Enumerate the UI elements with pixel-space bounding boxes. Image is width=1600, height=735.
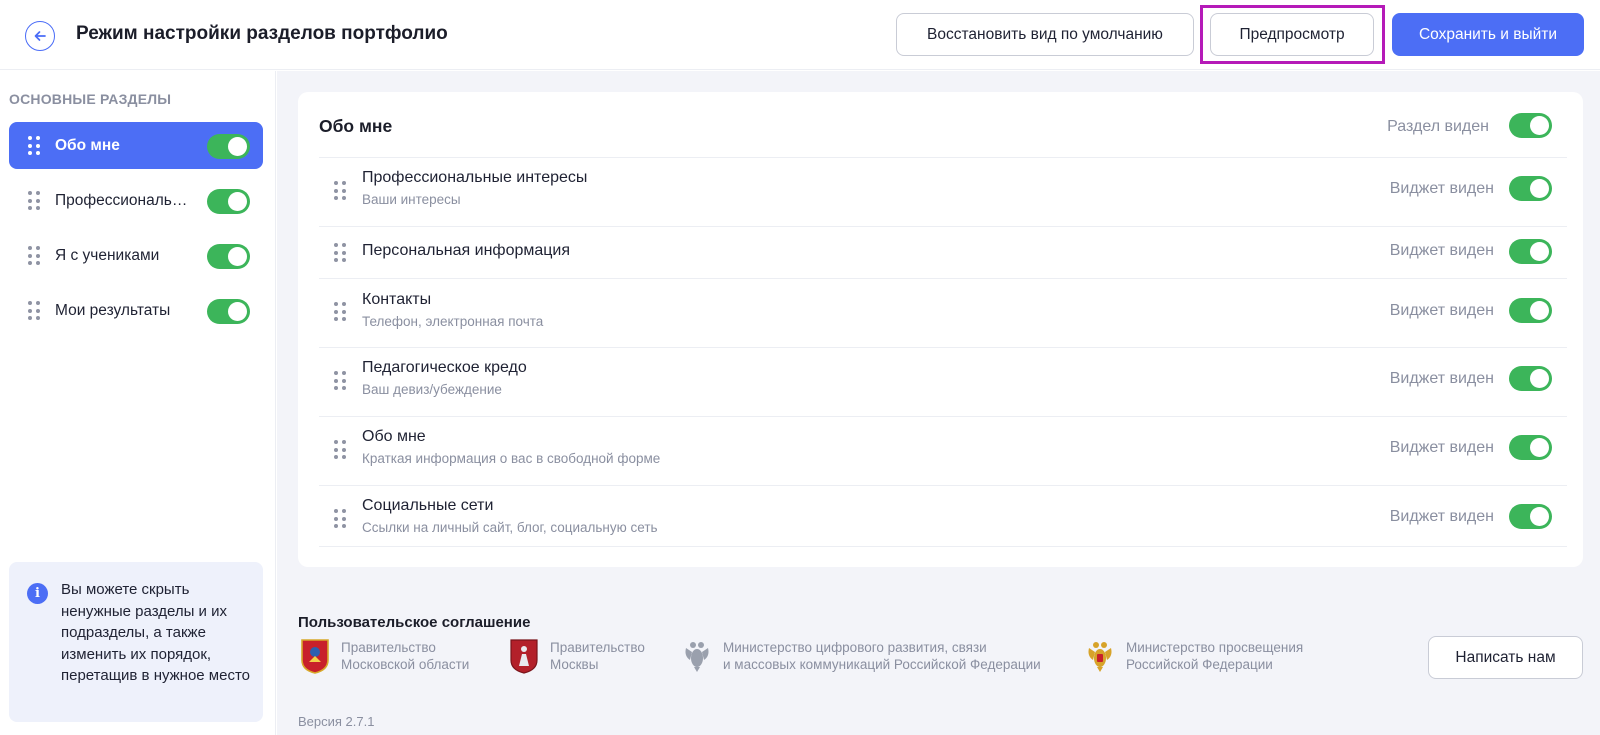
widget-visibility-toggle[interactable] [1509, 176, 1552, 201]
org-line: Московской области [341, 657, 470, 672]
widget-visibility-label: Виджет виден [1389, 439, 1494, 456]
section-visibility-label: Раздел виден [1387, 118, 1489, 135]
widget-title: Профессиональные интересы [362, 169, 588, 186]
drag-handle-icon[interactable] [334, 440, 346, 459]
drag-handle-icon[interactable] [28, 246, 40, 265]
widget-subtitle: Краткая информация о вас в свободной фор… [362, 451, 661, 466]
widget-visibility-toggle[interactable] [1509, 435, 1552, 460]
drag-handle-icon[interactable] [334, 181, 346, 200]
sidebar: ОСНОВНЫЕ РАЗДЕЛЫ Обо мне Профессиональны… [0, 71, 276, 735]
widget-row: Социальные сети Ссылки на личный сайт, б… [319, 485, 1567, 546]
sidebar-item-results[interactable]: Мои результаты [9, 287, 263, 334]
moscow-emblem-icon [510, 639, 538, 674]
org-education-ministry[interactable]: Министерство просвещения Российской Феде… [1085, 636, 1303, 676]
restore-default-button[interactable]: Восстановить вид по умолчанию [896, 13, 1194, 56]
widget-visibility-toggle[interactable] [1509, 298, 1552, 323]
widget-subtitle: Телефон, электронная почта [362, 314, 544, 329]
section-visibility-toggle[interactable] [207, 299, 250, 324]
org-digital-ministry[interactable]: Министерство цифрового развития, связи и… [682, 636, 1041, 676]
widget-subtitle: Ваш девиз/убеждение [362, 382, 502, 397]
sidebar-item-label: Профессиональные интересы [55, 191, 195, 209]
widget-title: Персональная информация [362, 242, 571, 259]
widget-visibility-label: Виджет виден [1389, 508, 1494, 525]
russia-eagle-gray-icon [685, 642, 709, 672]
drag-handle-icon[interactable] [28, 136, 40, 155]
russia-eagle-color-icon [1088, 642, 1112, 672]
back-button[interactable] [25, 21, 55, 51]
info-text: Вы можете скрыть ненужные разделы и их п… [61, 581, 251, 684]
widget-row: Педагогическое кредо Ваш девиз/убеждение… [319, 347, 1567, 416]
drag-handle-icon[interactable] [334, 302, 346, 321]
user-agreement-link[interactable]: Пользовательское соглашение [298, 614, 530, 631]
widget-subtitle: Ваши интересы [362, 192, 461, 207]
widget-title: Социальные сети [362, 497, 494, 514]
org-line: Министерство цифрового развития, связи [723, 640, 987, 655]
org-line: Москвы [550, 657, 599, 672]
widget-visibility-toggle[interactable] [1509, 239, 1552, 264]
section-visibility-toggle[interactable] [1509, 113, 1552, 138]
divider [319, 546, 1567, 547]
widget-visibility-label: Виджет виден [1389, 370, 1494, 387]
preview-button[interactable]: Предпросмотр [1210, 13, 1374, 56]
drag-handle-icon[interactable] [334, 371, 346, 390]
top-bar: Режим настройки разделов портфолио Восст… [0, 0, 1600, 70]
moscow-oblast-emblem-icon [301, 639, 329, 674]
sidebar-item-students[interactable]: Я с учениками [9, 232, 263, 279]
widget-title: Педагогическое кредо [362, 359, 527, 376]
org-moscow[interactable]: Правительство Москвы [509, 636, 645, 676]
widget-row: Контакты Телефон, электронная почта Видж… [319, 278, 1567, 347]
widget-visibility-label: Виджет виден [1389, 242, 1494, 259]
section-visibility-toggle[interactable] [207, 134, 250, 159]
widget-title: Контакты [362, 291, 432, 308]
sidebar-item-about[interactable]: Обо мне [9, 122, 263, 169]
widget-visibility-label: Виджет виден [1389, 180, 1494, 197]
main-content: Обо мне Раздел виден Профессиональные ин… [277, 71, 1600, 735]
section-title: Обо мне [319, 116, 393, 136]
page-title: Режим настройки разделов портфолио [76, 23, 448, 44]
section-card: Обо мне Раздел виден Профессиональные ин… [298, 92, 1583, 567]
widget-row: Обо мне Краткая информация о вас в свобо… [319, 416, 1567, 485]
sidebar-item-label: Обо мне [55, 136, 120, 154]
org-line: Правительство [341, 640, 436, 655]
sidebar-heading: ОСНОВНЫЕ РАЗДЕЛЫ [9, 91, 172, 107]
widget-row: Профессиональные интересы Ваши интересы … [319, 157, 1567, 226]
write-to-us-button[interactable]: Написать нам [1428, 636, 1583, 679]
org-line: Российской Федерации [1126, 657, 1273, 672]
sidebar-item-label: Мои результаты [55, 301, 171, 319]
drag-handle-icon[interactable] [334, 509, 346, 528]
sidebar-item-label: Я с учениками [55, 246, 160, 264]
org-line: Правительство [550, 640, 645, 655]
widget-title: Обо мне [362, 428, 426, 445]
widget-row: Персональная информация Виджет виден [319, 226, 1567, 278]
version-label: Версия 2.7.1 [298, 714, 375, 729]
save-and-exit-button[interactable]: Сохранить и выйти [1392, 13, 1584, 56]
widget-subtitle: Ссылки на личный сайт, блог, социальную … [362, 520, 658, 535]
org-moscow-oblast[interactable]: Правительство Московской области [300, 636, 469, 676]
widget-visibility-label: Виджет виден [1389, 302, 1494, 319]
org-line: Министерство просвещения [1126, 640, 1304, 655]
drag-handle-icon[interactable] [28, 301, 40, 320]
section-visibility-toggle[interactable] [207, 244, 250, 269]
sidebar-item-interests[interactable]: Профессиональные интересы [9, 177, 263, 224]
drag-handle-icon[interactable] [334, 243, 346, 262]
widget-visibility-toggle[interactable] [1509, 504, 1552, 529]
widget-visibility-toggle[interactable] [1509, 366, 1552, 391]
org-line: и массовых коммуникаций Российской Федер… [723, 657, 1041, 672]
info-hint: i Вы можете скрыть ненужные разделы и их… [9, 562, 263, 722]
arrow-left-icon [34, 31, 46, 41]
section-visibility-toggle[interactable] [207, 189, 250, 214]
drag-handle-icon[interactable] [28, 191, 40, 210]
info-icon: i [27, 583, 48, 604]
